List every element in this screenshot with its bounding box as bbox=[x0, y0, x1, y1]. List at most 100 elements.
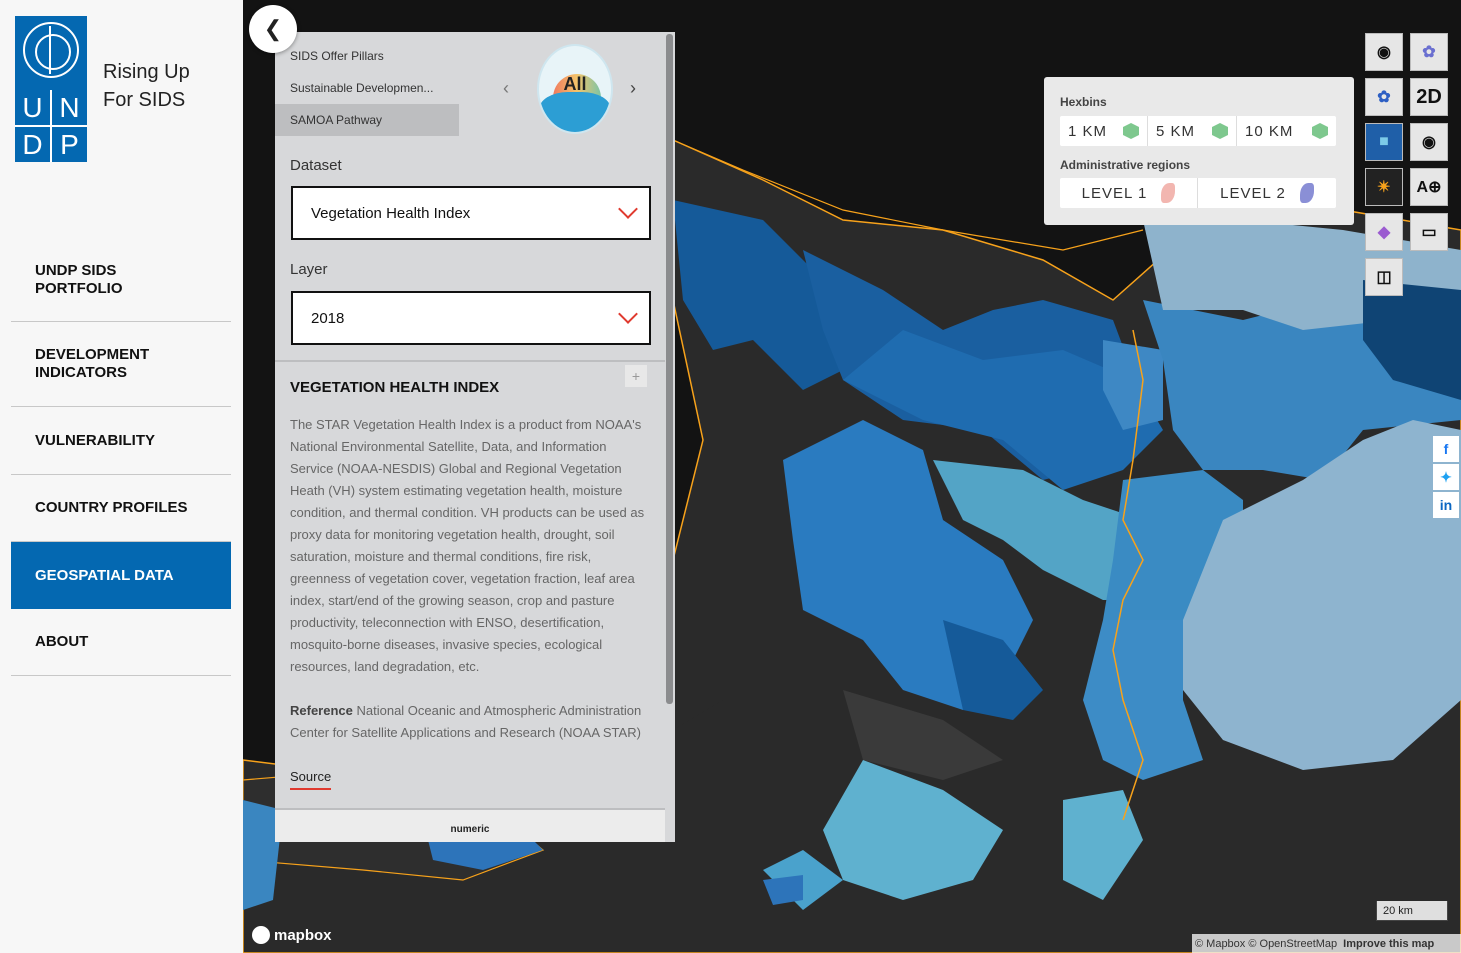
basemap-tool[interactable]: ✴ bbox=[1365, 168, 1403, 206]
dataset-reference: Reference National Oceanic and Atmospher… bbox=[290, 700, 652, 744]
hexagon-icon bbox=[1123, 123, 1139, 139]
dataset-panel: SIDS Offer Pillars Sustainable Developme… bbox=[275, 32, 675, 842]
badge-label: All bbox=[563, 74, 587, 94]
collapse-panel-button[interactable]: ❮ bbox=[249, 5, 297, 53]
mapbox-logo[interactable]: mapbox bbox=[252, 926, 332, 944]
nav-item-geospatial-data[interactable]: GEOSPATIAL DATA bbox=[11, 542, 231, 609]
admin-level-tool[interactable]: ✿ bbox=[1410, 33, 1448, 71]
linkedin-share-icon[interactable]: in bbox=[1433, 492, 1459, 518]
hexbins-label: Hexbins bbox=[1060, 95, 1107, 109]
region-shape-icon bbox=[1161, 183, 1176, 203]
improve-map-link[interactable]: Improve this map bbox=[1343, 938, 1434, 950]
hexagon-icon bbox=[1312, 123, 1328, 139]
compare-tool[interactable]: ◫ bbox=[1365, 258, 1403, 296]
layer-select[interactable]: 2018 bbox=[291, 291, 651, 345]
globe-icon: ◉ bbox=[1422, 134, 1436, 151]
scale-bar: 20 km bbox=[1376, 901, 1448, 921]
logo-letter-d: D bbox=[15, 127, 50, 162]
undp-letters: U N D P bbox=[15, 90, 87, 162]
admin-options: LEVEL 1 LEVEL 2 bbox=[1060, 178, 1336, 208]
globe-tool[interactable]: ◉ bbox=[1410, 123, 1448, 161]
layer-label: Layer bbox=[290, 261, 328, 278]
2d-toggle-button[interactable]: 2D bbox=[1410, 78, 1448, 116]
layers-square-icon: ■ bbox=[1379, 133, 1389, 150]
bivariate-tool[interactable]: ■ bbox=[1365, 123, 1403, 161]
chevron-left-icon[interactable]: ‹ bbox=[503, 78, 509, 99]
map-thumbnail-icon: ✴ bbox=[1377, 179, 1391, 196]
dataset-description: The STAR Vegetation Health Index is a pr… bbox=[290, 417, 645, 674]
mapbox-icon bbox=[252, 926, 270, 944]
mapbox-text: mapbox bbox=[274, 926, 332, 944]
hexbin-1km-button[interactable]: 1 KM bbox=[1060, 116, 1148, 146]
twitter-share-icon[interactable]: ✦ bbox=[1433, 464, 1459, 490]
label-tool[interactable]: A⊕ bbox=[1410, 168, 1448, 206]
nav-item-country-profiles[interactable]: COUNTRY PROFILES bbox=[11, 475, 231, 542]
hexbin-1km-label: 1 KM bbox=[1068, 122, 1108, 140]
admin-level-1-label: LEVEL 1 bbox=[1081, 184, 1148, 202]
logo-letter-p: P bbox=[52, 127, 87, 162]
text-add-icon: A⊕ bbox=[1416, 179, 1442, 196]
undp-logo[interactable]: U N D P bbox=[15, 16, 87, 162]
chevron-down-icon bbox=[618, 304, 638, 324]
pillar-list: SIDS Offer Pillars Sustainable Developme… bbox=[275, 40, 459, 136]
region-select-tool[interactable]: ◉ bbox=[1365, 33, 1403, 71]
split-view-icon: ◫ bbox=[1376, 269, 1392, 286]
logo-letter-u: U bbox=[15, 90, 50, 125]
region-shape-icon bbox=[1299, 183, 1314, 203]
hexbin-10km-label: 10 KM bbox=[1245, 122, 1294, 140]
wave-icon bbox=[539, 92, 611, 132]
2d-label: 2D bbox=[1416, 85, 1442, 108]
polygon-icon: ▭ bbox=[1421, 224, 1437, 241]
chevron-left-icon: ❮ bbox=[263, 16, 283, 41]
nav-item-vulnerability[interactable]: VULNERABILITY bbox=[11, 407, 231, 475]
pillar-sids-offer[interactable]: SIDS Offer Pillars bbox=[275, 40, 459, 72]
dataset-title: VEGETATION HEALTH INDEX bbox=[290, 379, 500, 396]
layers-icon: ◆ bbox=[1377, 224, 1391, 241]
hexbin-5km-button[interactable]: 5 KM bbox=[1148, 116, 1237, 146]
legend-box: numeric bbox=[275, 808, 665, 842]
source-link[interactable]: Source bbox=[290, 766, 332, 790]
map-pin-shape-icon: ◉ bbox=[1377, 44, 1391, 61]
region-shape-icon: ✿ bbox=[1422, 44, 1436, 61]
all-pillar-badge[interactable]: All bbox=[537, 44, 613, 134]
sidebar: U N D P Rising Up For SIDS UNDP SIDS POR… bbox=[0, 0, 243, 953]
hexbin-10km-button[interactable]: 10 KM bbox=[1237, 116, 1336, 146]
chevron-down-icon bbox=[618, 199, 638, 219]
brand-line-2: For SIDS bbox=[103, 89, 186, 111]
panel-scrollbar[interactable] bbox=[666, 34, 673, 704]
region-shape-icon: ✿ bbox=[1377, 89, 1391, 106]
legend-label: numeric bbox=[450, 824, 490, 835]
main-nav: UNDP SIDS PORTFOLIO DEVELOPMENT INDICATO… bbox=[11, 238, 231, 676]
map-attribution: © Mapbox © OpenStreetMap Improve this ma… bbox=[1192, 934, 1461, 953]
nav-item-about[interactable]: ABOUT bbox=[11, 609, 231, 676]
admin-level-2-button[interactable]: LEVEL 2 bbox=[1198, 178, 1336, 208]
logo-letter-n: N bbox=[52, 90, 87, 125]
expand-plus-icon[interactable]: + bbox=[625, 365, 647, 387]
layer-value: 2018 bbox=[311, 309, 345, 327]
admin-level-1-button[interactable]: LEVEL 1 bbox=[1060, 178, 1198, 208]
pillar-sdg[interactable]: Sustainable Developmen... bbox=[275, 72, 459, 104]
admin-level-2-label: LEVEL 2 bbox=[1220, 184, 1286, 202]
hexagon-icon bbox=[1212, 123, 1228, 139]
dataset-label: Dataset bbox=[290, 157, 342, 174]
layers-tool[interactable]: ◆ bbox=[1365, 213, 1403, 251]
nav-item-development-indicators[interactable]: DEVELOPMENT INDICATORS bbox=[11, 322, 231, 407]
hexbin-options: 1 KM 5 KM 10 KM bbox=[1060, 116, 1336, 146]
chevron-right-icon[interactable]: › bbox=[630, 78, 636, 99]
panel-divider bbox=[275, 360, 665, 362]
facebook-share-icon[interactable]: f bbox=[1433, 436, 1459, 462]
resolution-panel: Hexbins 1 KM 5 KM 10 KM Administrative r… bbox=[1044, 77, 1354, 225]
dataset-value: Vegetation Health Index bbox=[311, 204, 471, 222]
brand-title[interactable]: Rising Up For SIDS bbox=[103, 58, 233, 114]
brand-line-1: Rising Up bbox=[103, 61, 190, 83]
reference-label: Reference bbox=[290, 703, 353, 718]
polygon-draw-tool[interactable]: ▭ bbox=[1410, 213, 1448, 251]
regions-layer-tool[interactable]: ✿ bbox=[1365, 78, 1403, 116]
admin-regions-label: Administrative regions bbox=[1060, 158, 1191, 172]
dataset-select[interactable]: Vegetation Health Index bbox=[291, 186, 651, 240]
pillar-samoa[interactable]: SAMOA Pathway bbox=[275, 104, 459, 136]
nav-item-portfolio[interactable]: UNDP SIDS PORTFOLIO bbox=[11, 238, 231, 322]
attribution-text[interactable]: © Mapbox © OpenStreetMap bbox=[1195, 938, 1337, 950]
un-emblem-icon bbox=[23, 22, 79, 78]
hexbin-5km-label: 5 KM bbox=[1156, 122, 1196, 140]
